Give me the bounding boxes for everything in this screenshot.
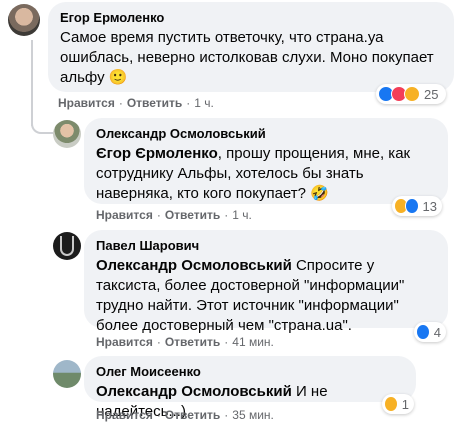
comment-author[interactable]: Олег Моисеенко — [96, 363, 404, 380]
comment-time[interactable]: 1 ч. — [232, 208, 252, 222]
trident-logo-icon — [60, 236, 74, 256]
reaction-count: 1 — [401, 396, 409, 412]
comment-actions: Нравится · Ответить · 1 ч. — [58, 96, 214, 110]
mention-link[interactable]: Олександр Осмоловський — [96, 257, 292, 274]
like-reaction-icon — [404, 198, 419, 214]
reaction-summary[interactable]: 25 — [376, 84, 446, 104]
comment-time[interactable]: 41 мин. — [232, 335, 274, 349]
comment-actions: Нравится · Ответить · 1 ч. — [96, 208, 252, 222]
comment-text: Самое время пустить ответочку, что стран… — [60, 29, 434, 86]
comment-author[interactable]: Павел Шарович — [96, 237, 436, 254]
thread-connector — [31, 112, 53, 134]
avatar[interactable] — [53, 232, 81, 260]
like-button[interactable]: Нравится — [96, 335, 153, 349]
comment-time[interactable]: 35 мин. — [232, 408, 274, 422]
reply-button[interactable]: Ответить — [165, 208, 220, 222]
comment-text: Олександр Осмоловський Спросите у таксис… — [96, 256, 436, 336]
reaction-count: 13 — [422, 198, 437, 214]
avatar[interactable] — [53, 120, 81, 148]
mention-link[interactable]: Єгор Єрмоленко — [96, 145, 218, 162]
like-button[interactable]: Нравится — [96, 208, 153, 222]
reaction-count: 4 — [433, 324, 441, 340]
comment-actions: Нравится · Ответить · 41 мин. — [96, 335, 274, 349]
reply-button[interactable]: Ответить — [165, 335, 220, 349]
comment-time[interactable]: 1 ч. — [194, 96, 214, 110]
comment-author[interactable]: Егор Ермоленко — [60, 9, 442, 26]
comment-text: Єгор Єрмоленко, прошу прощения, мне, как… — [96, 144, 436, 204]
like-button[interactable]: Нравится — [96, 408, 153, 422]
reaction-summary[interactable]: 13 — [392, 196, 442, 216]
reply-button[interactable]: Ответить — [165, 408, 220, 422]
like-button[interactable]: Нравится — [58, 96, 115, 110]
reaction-summary[interactable]: 1 — [382, 394, 414, 414]
reply-button[interactable]: Ответить — [127, 96, 182, 110]
comment-bubble: Олександр Осмоловський Єгор Єрмоленко, п… — [84, 118, 448, 204]
comment-author[interactable]: Олександр Осмоловський — [96, 125, 436, 142]
comment-bubble: Олег Моисеенко Олександр Осмоловський И … — [84, 356, 416, 420]
comment-actions: Нравится · Ответить · 35 мин. — [96, 408, 274, 422]
reaction-summary[interactable]: 4 — [414, 322, 446, 342]
comment-bubble: Павел Шарович Олександр Осмоловський Спр… — [84, 230, 448, 334]
reaction-count: 25 — [424, 86, 439, 102]
avatar[interactable] — [8, 4, 40, 36]
haha-reaction-icon — [384, 396, 398, 412]
haha-reaction-icon — [404, 86, 420, 102]
comment-bubble: Егор Ермоленко Самое время пустить ответ… — [48, 2, 454, 92]
like-reaction-icon — [416, 324, 430, 340]
mention-link[interactable]: Олександр Осмоловський — [96, 383, 292, 400]
avatar[interactable] — [53, 360, 81, 388]
